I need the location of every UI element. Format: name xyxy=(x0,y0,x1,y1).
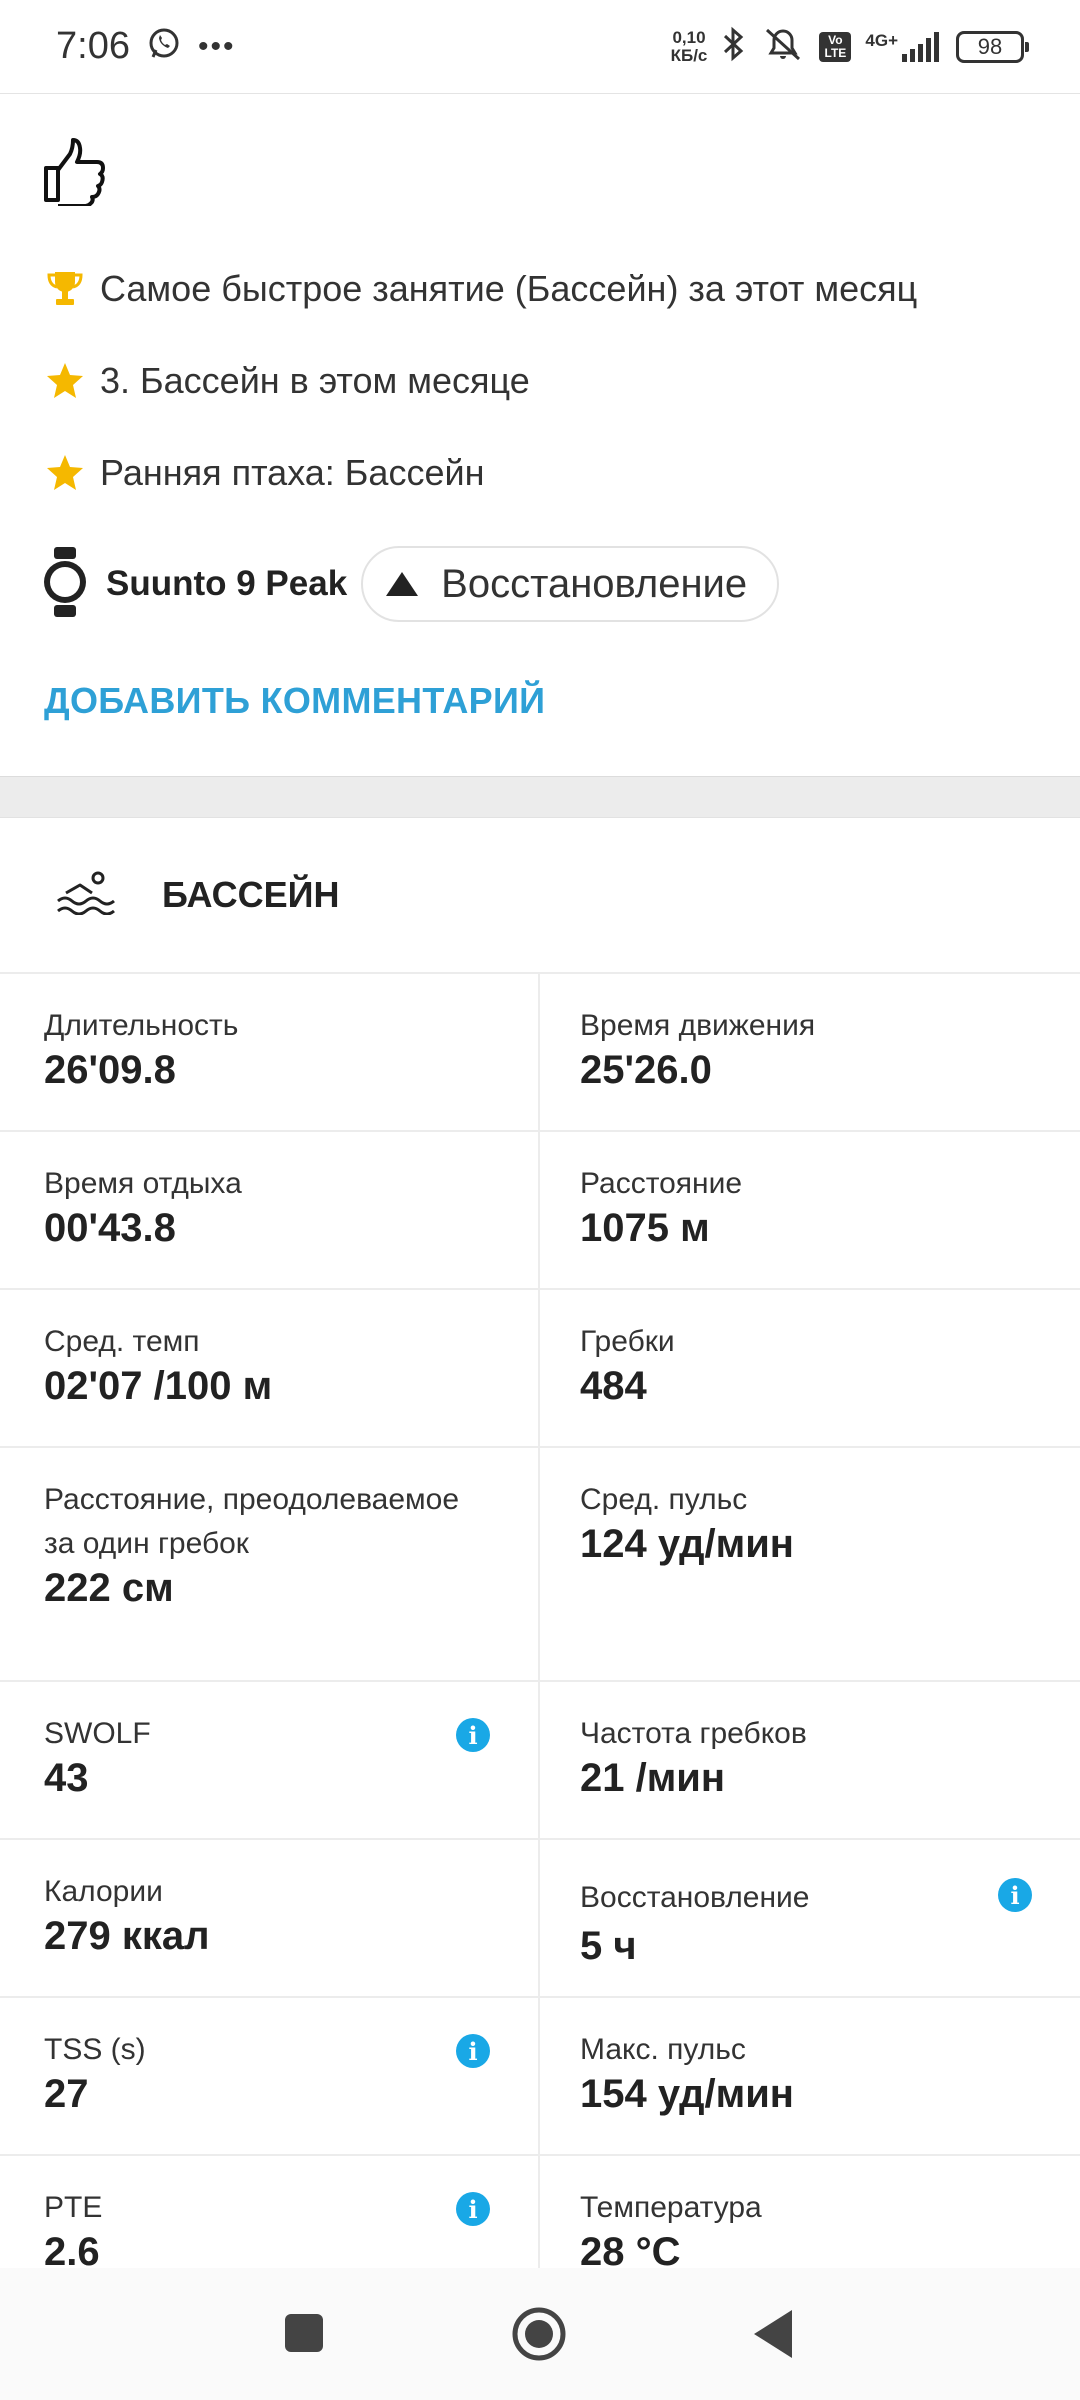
stat-tss: TSS (s) 27 i xyxy=(0,1998,540,2154)
stat-pte: PTE 2.6 i xyxy=(0,2156,540,2286)
recovery-chip-label: Восстановление xyxy=(441,561,748,606)
stat-swolf: SWOLF 43 i xyxy=(0,1682,540,1838)
stats-row: Время отдыха 00'43.8 Расстояние 1075 м xyxy=(0,1132,1080,1290)
stat-distance-per-stroke: Расстояние, преодолеваемое за один гребо… xyxy=(0,1448,540,1680)
device-name: Suunto 9 Peak xyxy=(106,564,348,603)
achievement-text: 3. Бассейн в этом месяце xyxy=(100,360,530,401)
achievement-fastest: Самое быстрое занятие (Бассейн) за этот … xyxy=(44,268,917,310)
stat-duration: Длительность 26'09.8 xyxy=(0,974,540,1130)
stats-row: SWOLF 43 i Частота гребков 21 /мин xyxy=(0,1682,1080,1840)
recents-square-icon[interactable] xyxy=(283,2312,325,2359)
home-circle-icon[interactable] xyxy=(511,2306,567,2367)
workout-summary-card: Самое быстрое занятие (Бассейн) за этот … xyxy=(0,94,1080,776)
stat-avg-pace: Сред. темп 02'07 /100 м xyxy=(0,1290,540,1446)
star-icon xyxy=(44,452,86,494)
stat-temperature: Температура 28 °C xyxy=(580,2191,762,2274)
status-bar: 7:06 ••• 0,10 КБ/с Vo LTE 4G+ 98 xyxy=(0,0,1080,94)
stats-grid: Длительность 26'09.8 Время движения 25'2… xyxy=(0,974,1080,2286)
recovery-chip[interactable]: Восстановление xyxy=(361,546,780,622)
trophy-icon xyxy=(44,268,86,310)
volte-icon: Vo LTE xyxy=(819,31,852,62)
system-nav-bar xyxy=(0,2268,1080,2400)
triangle-up-icon xyxy=(385,562,419,607)
info-icon[interactable]: i xyxy=(998,1878,1032,1912)
swimming-icon xyxy=(56,871,116,920)
add-comment-button[interactable]: ДОБАВИТЬ КОММЕНТАРИЙ xyxy=(44,680,545,722)
achievement-early-bird: Ранняя птаха: Бассейн xyxy=(44,452,484,494)
stat-calories: Калории 279 ккал xyxy=(0,1840,540,1996)
mute-bell-icon xyxy=(761,25,805,68)
info-icon[interactable]: i xyxy=(456,2034,490,2068)
device-row: Suunto 9 Peak Восстановление xyxy=(42,546,780,622)
signal-icon: 4G+ xyxy=(865,31,942,62)
stat-avg-heart-rate: Сред. пульс 124 уд/мин xyxy=(580,1483,794,1566)
achievement-text: Ранняя птаха: Бассейн xyxy=(100,452,485,493)
achievement-third-pool: 3. Бассейн в этом месяце xyxy=(44,360,530,402)
section-header: БАССЕЙН xyxy=(0,818,1080,974)
more-notifications-icon: ••• xyxy=(197,29,236,63)
stats-row: PTE 2.6 i Температура 28 °C xyxy=(0,2156,1080,2286)
stats-row: Длительность 26'09.8 Время движения 25'2… xyxy=(0,974,1080,1132)
stat-max-heart-rate: Макс. пульс 154 уд/мин xyxy=(580,2033,794,2116)
stats-row: Расстояние, преодолеваемое за один гребо… xyxy=(0,1448,1080,1682)
stat-rest-time: Время отдыха 00'43.8 xyxy=(0,1132,540,1288)
bluetooth-icon xyxy=(721,25,747,68)
stat-recovery: Восстановление 5 ч i xyxy=(540,1840,1080,1996)
stats-row: Калории 279 ккал Восстановление 5 ч i xyxy=(0,1840,1080,1998)
stat-stroke-rate: Частота гребков 21 /мин xyxy=(580,1717,807,1800)
whatsapp-icon xyxy=(146,26,182,67)
battery-indicator: 98 xyxy=(956,30,1029,63)
like-thumb-icon[interactable] xyxy=(42,136,112,211)
section-title: БАССЕЙН xyxy=(162,874,340,915)
status-time: 7:06 xyxy=(56,25,130,67)
back-triangle-icon[interactable] xyxy=(752,2308,794,2365)
stats-row: Сред. темп 02'07 /100 м Гребки 484 xyxy=(0,1290,1080,1448)
stat-distance: Расстояние 1075 м xyxy=(580,1167,743,1250)
star-icon xyxy=(44,360,86,402)
achievement-text: Самое быстрое занятие (Бассейн) за этот … xyxy=(100,268,918,309)
info-icon[interactable]: i xyxy=(456,1718,490,1752)
info-icon[interactable]: i xyxy=(456,2192,490,2226)
stats-row: TSS (s) 27 i Макс. пульс 154 уд/мин xyxy=(0,1998,1080,2156)
stat-strokes: Гребки 484 xyxy=(580,1325,675,1408)
watch-icon xyxy=(42,546,88,622)
section-divider xyxy=(0,776,1080,818)
stat-moving-time: Время движения 25'26.0 xyxy=(580,1009,816,1092)
network-speed: 0,10 КБ/с xyxy=(670,27,708,65)
